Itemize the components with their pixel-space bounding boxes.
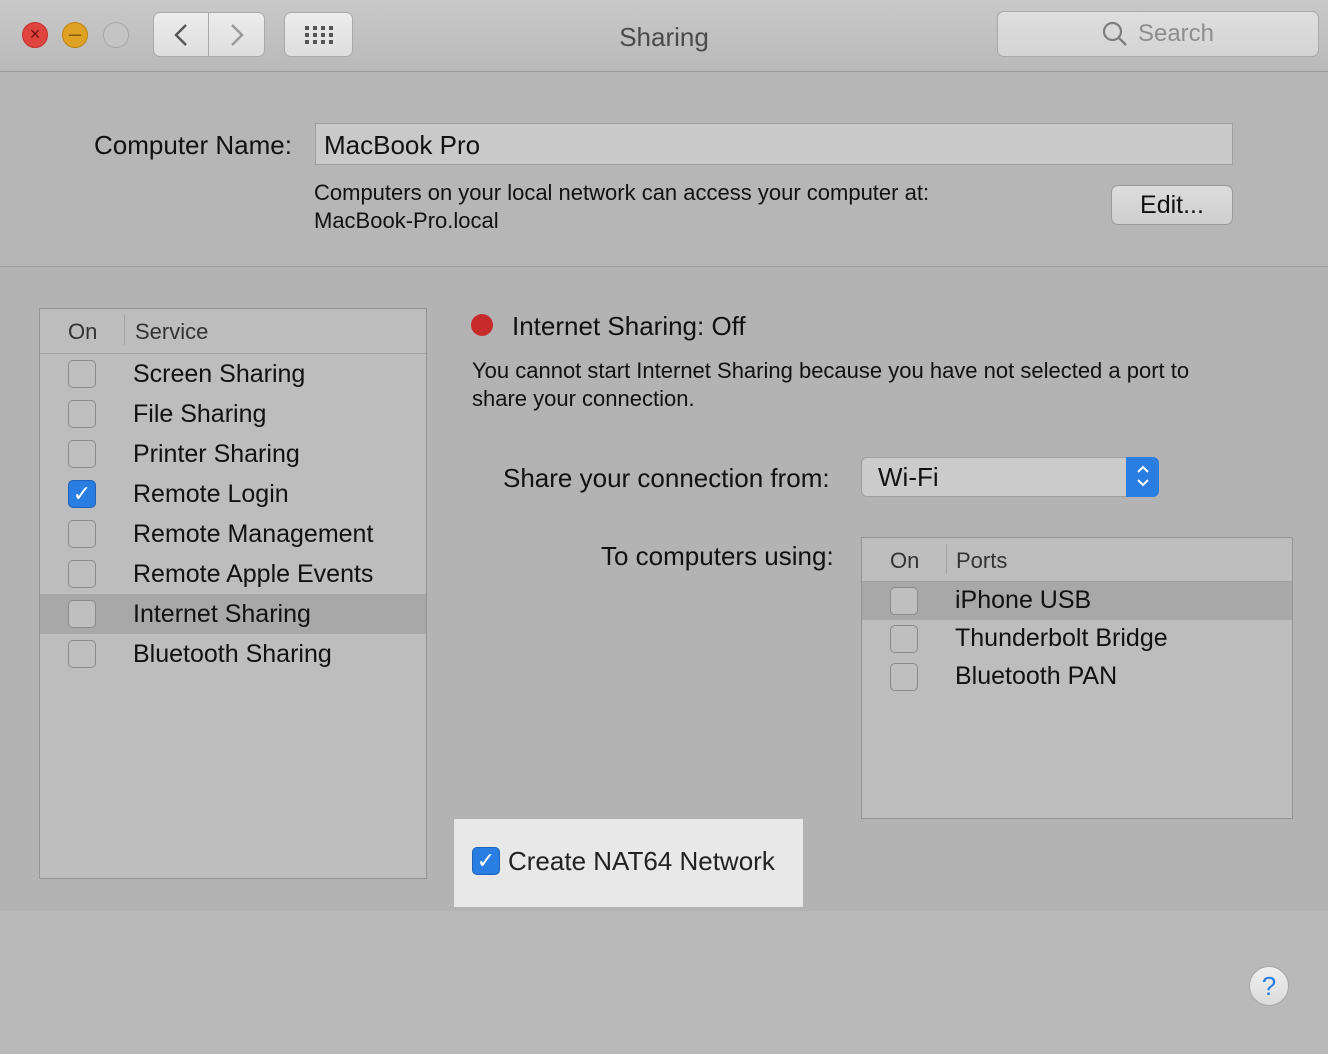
checkbox[interactable] — [68, 400, 96, 428]
column-divider — [124, 315, 125, 345]
computer-name-section: Computer Name: MacBook Pro Computers on … — [0, 72, 1328, 267]
checkbox[interactable] — [68, 560, 96, 588]
to-computers-label: To computers using: — [601, 541, 834, 571]
column-header-on[interactable]: On — [68, 319, 97, 345]
port-row-label: Bluetooth PAN — [955, 662, 1118, 690]
port-row[interactable]: Thunderbolt Bridge — [862, 620, 1292, 658]
service-row[interactable]: Printer Sharing — [40, 434, 426, 474]
share-from-label: Share your connection from: — [503, 463, 830, 493]
port-row-label: iPhone USB — [955, 586, 1092, 614]
share-from-select[interactable]: Wi-Fi — [861, 457, 1159, 497]
checkbox[interactable] — [68, 600, 96, 628]
search-icon — [1102, 21, 1127, 46]
service-row-label: Screen Sharing — [133, 360, 306, 388]
checkbox[interactable] — [68, 360, 96, 388]
service-row[interactable]: Internet Sharing — [40, 594, 426, 634]
search-field[interactable]: Search — [997, 11, 1319, 57]
service-row[interactable]: File Sharing — [40, 394, 426, 434]
service-row-label: Internet Sharing — [133, 600, 311, 628]
edit-button[interactable]: Edit... — [1111, 185, 1233, 225]
service-list: On Service Screen Sharing File Sharing Pri… — [39, 308, 427, 879]
status-indicator-icon — [471, 314, 493, 336]
checkbox[interactable] — [890, 587, 918, 615]
help-button[interactable]: ? — [1249, 966, 1289, 1006]
checkbox[interactable]: ✓ — [68, 480, 96, 508]
service-row-label: Bluetooth Sharing — [133, 640, 332, 668]
checkbox[interactable] — [68, 520, 96, 548]
service-row-label: Printer Sharing — [133, 440, 300, 468]
service-row-label: Remote Login — [133, 480, 289, 508]
stepper-arrows-icon — [1126, 457, 1159, 497]
column-header-ports[interactable]: Ports — [956, 548, 1007, 574]
service-row[interactable]: Remote Apple Events — [40, 554, 426, 594]
ports-list: On Ports iPhone USB Thunderbolt Bridge Blu… — [861, 537, 1293, 819]
status-text: Internet Sharing: Off — [512, 311, 746, 341]
port-rows: iPhone USB Thunderbolt Bridge Bluetooth PA… — [862, 582, 1292, 696]
nat64-label[interactable]: Create NAT64 Network — [508, 846, 775, 877]
service-row[interactable]: Bluetooth Sharing — [40, 634, 426, 674]
status-message-continued: share your connection. — [472, 386, 695, 411]
service-row-label: Remote Apple Events — [133, 560, 374, 588]
nat64-checkbox[interactable]: ✓ — [472, 847, 500, 875]
port-row[interactable]: iPhone USB — [862, 582, 1292, 620]
service-row[interactable]: Screen Sharing — [40, 354, 426, 394]
service-row[interactable]: Remote Management — [40, 514, 426, 554]
computer-name-description: Computers on your local network can acce… — [314, 180, 930, 205]
column-header-service[interactable]: Service — [135, 319, 208, 345]
service-row-label: File Sharing — [133, 400, 267, 428]
computer-name-label: Computer Name: — [94, 130, 292, 160]
column-divider — [946, 544, 947, 574]
ports-list-header: On Ports — [862, 538, 1292, 582]
port-row-label: Thunderbolt Bridge — [955, 624, 1168, 652]
checkbox[interactable] — [68, 440, 96, 468]
checkbox[interactable] — [890, 625, 918, 653]
checkbox[interactable] — [68, 640, 96, 668]
local-hostname: MacBook-Pro.local — [314, 208, 499, 233]
status-message: You cannot start Internet Sharing becaus… — [472, 358, 1190, 383]
port-row[interactable]: Bluetooth PAN — [862, 658, 1292, 696]
service-row-label: Remote Management — [133, 520, 374, 548]
footer — [0, 911, 1328, 1054]
service-row[interactable]: ✓ Remote Login — [40, 474, 426, 514]
title-bar: × – Sharing Search — [0, 0, 1328, 72]
service-list-header: On Service — [40, 309, 426, 354]
computer-name-input[interactable]: MacBook Pro — [315, 123, 1233, 165]
nat64-option: ✓ Create NAT64 Network — [454, 819, 803, 907]
checkbox[interactable] — [890, 663, 918, 691]
service-rows: Screen Sharing File Sharing Printer Sharin… — [40, 354, 426, 674]
search-placeholder: Search — [1137, 20, 1215, 47]
share-from-value: Wi-Fi — [878, 462, 939, 492]
column-header-on[interactable]: On — [890, 548, 919, 574]
